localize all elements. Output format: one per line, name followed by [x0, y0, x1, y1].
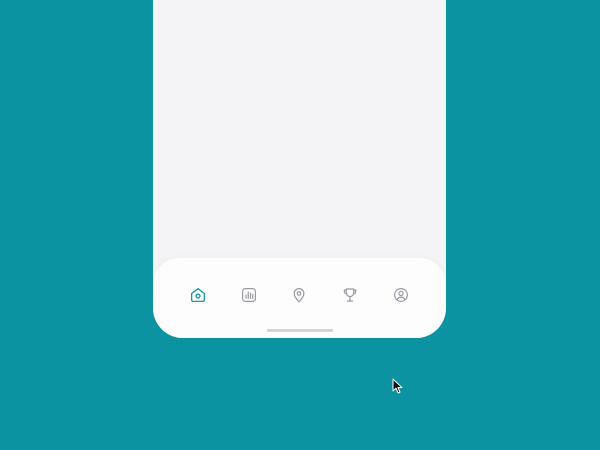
- tab-home[interactable]: [186, 283, 210, 307]
- home-icon: [190, 287, 206, 303]
- tab-map[interactable]: [287, 283, 311, 307]
- tab-stats[interactable]: [237, 283, 261, 307]
- bottom-tab-bar: [153, 258, 446, 338]
- tab-trophy[interactable]: [338, 283, 362, 307]
- user-circle-icon: [394, 288, 408, 302]
- map-pin-icon: [293, 288, 305, 303]
- tab-profile[interactable]: [389, 283, 413, 307]
- desktop-background: [0, 0, 600, 450]
- bar-chart-icon: [242, 288, 256, 302]
- phone-screen: [153, 0, 446, 338]
- home-indicator: [267, 329, 333, 332]
- content-area: [153, 0, 446, 258]
- mouse-cursor-icon: [392, 378, 403, 394]
- trophy-icon: [343, 288, 357, 302]
